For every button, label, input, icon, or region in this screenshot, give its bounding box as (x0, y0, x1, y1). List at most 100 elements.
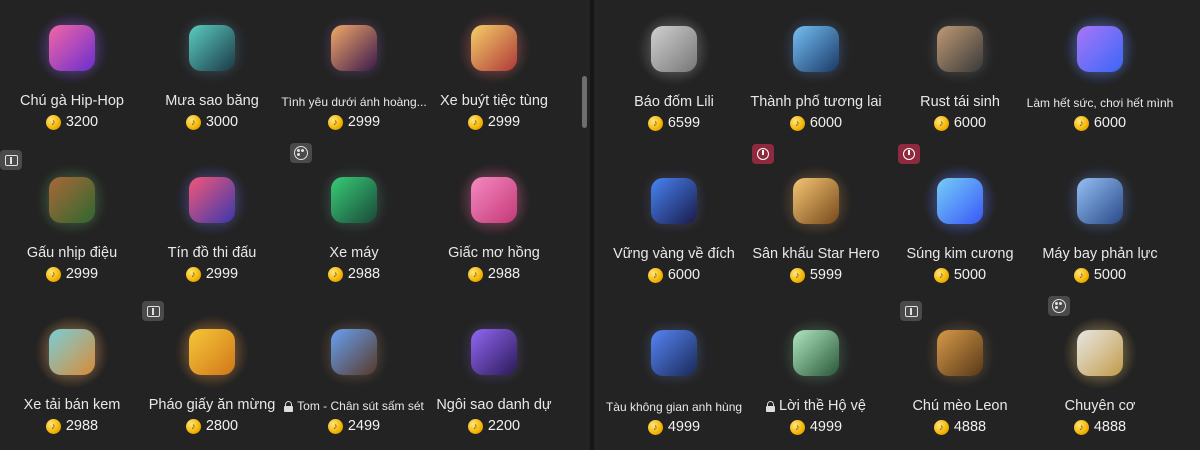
gift-price-value: 6000 (1093, 115, 1127, 131)
palette-badge (1048, 296, 1070, 316)
coin-icon: ♪ (789, 419, 805, 435)
gift-panel-left: Chú gà Hip-Hop ♪ 3200 Mưa sao băng ♪ 3000 Tình… (0, 0, 590, 450)
gift-price-value: 5000 (1093, 267, 1127, 283)
video-badge (900, 301, 922, 321)
gift-price-value: 2200 (487, 418, 521, 434)
gift-name-text: Báo đốm Lili (634, 94, 714, 110)
gift-image-core (651, 26, 697, 72)
coin-icon: ♪ (933, 267, 949, 283)
clock-badge (898, 144, 920, 164)
gift-image-core (651, 178, 697, 224)
gift-name-text: Mưa sao băng (165, 93, 259, 109)
gift-item[interactable]: Tình yêu dưới ánh hoàng... ♪ 2999 (280, 12, 428, 152)
gift-item[interactable]: Sân khấu Star Hero ♪ 5999 (742, 165, 890, 305)
gift-image-core (331, 25, 377, 71)
gift-panel-right: Báo đốm Lili ♪ 6599 Thành phố tương lai ♪ 600… (594, 0, 1200, 450)
gift-image (315, 164, 393, 236)
gift-image-core (189, 25, 235, 71)
gift-price: ♪ 6000 (742, 115, 890, 131)
gift-item[interactable]: Xe tải bán kem ♪ 2988 (0, 316, 146, 450)
gift-image (1061, 13, 1139, 85)
gift-image (1061, 317, 1139, 389)
gift-price: ♪ 2999 (420, 114, 568, 130)
gift-price-value: 2988 (487, 266, 521, 282)
coin-icon: ♪ (933, 419, 949, 435)
gift-item[interactable]: Xe buýt tiệc tùng ♪ 2999 (420, 12, 568, 152)
gift-name-text: Xe tải bán kem (23, 397, 121, 413)
gift-item[interactable]: Vững vàng về đích ♪ 6000 (600, 165, 748, 305)
video-icon (904, 305, 918, 317)
gift-image-core (793, 178, 839, 224)
gift-image-core (471, 25, 517, 71)
gift-item[interactable]: Máy bay phản lực ♪ 5000 (1026, 165, 1174, 305)
gift-price-value: 2988 (65, 418, 99, 434)
gift-name-text: Sân khấu Star Hero (752, 246, 880, 262)
gift-image (777, 317, 855, 389)
gift-price: ♪ 2988 (0, 418, 146, 434)
gift-price-value: 4888 (953, 419, 987, 435)
gift-price: ♪ 3200 (0, 114, 146, 130)
gift-image (921, 165, 999, 237)
gift-item[interactable]: Chú mèo Leon ♪ 4888 (886, 317, 1034, 450)
gift-item[interactable]: Tín đồ thi đấu ♪ 2999 (138, 164, 286, 304)
gift-price-value: 2999 (65, 266, 99, 282)
gift-image-core (1077, 178, 1123, 224)
gift-image-core (1077, 330, 1123, 376)
lock-icon (284, 401, 294, 412)
gift-item[interactable]: Lời thề Hộ vệ ♪ 4999 (742, 317, 890, 450)
gift-image (173, 164, 251, 236)
coin-icon: ♪ (327, 114, 343, 130)
gift-name-text: Xe máy (329, 245, 379, 261)
gift-price-value: 6000 (953, 115, 987, 131)
coin-icon: ♪ (45, 266, 61, 282)
gift-item[interactable]: Pháo giấy ăn mừng ♪ 2800 (138, 316, 286, 450)
gift-name: Xe buýt tiệc tùng (420, 93, 568, 109)
gift-item[interactable]: Thành phố tương lai ♪ 6000 (742, 13, 890, 153)
gift-price: ♪ 2999 (280, 114, 428, 130)
gift-item[interactable]: Tom - Chân sút sấm sét ♪ 2499 (280, 316, 428, 450)
gift-image-core (49, 329, 95, 375)
gift-item[interactable]: Giấc mơ hồng ♪ 2988 (420, 164, 568, 304)
gift-image (777, 13, 855, 85)
gift-image-core (651, 330, 697, 376)
gift-image-core (937, 330, 983, 376)
video-badge (142, 301, 164, 321)
palette-badge (290, 143, 312, 163)
gift-name-text: Thành phố tương lai (750, 94, 882, 110)
scrollbar[interactable] (582, 76, 587, 128)
gift-image (173, 316, 251, 388)
gift-item[interactable]: Làm hết sức, chơi hết mình ♪ 6000 (1026, 13, 1174, 153)
gift-price: ♪ 3000 (138, 114, 286, 130)
coin-icon: ♪ (185, 114, 201, 130)
gift-price-value: 3200 (65, 114, 99, 130)
gift-image (1061, 165, 1139, 237)
gift-item[interactable]: Mưa sao băng ♪ 3000 (138, 12, 286, 152)
gift-price: ♪ 4999 (742, 419, 890, 435)
gift-item[interactable]: Gấu nhịp điệu ♪ 2999 (0, 164, 146, 304)
gift-price-value: 2999 (347, 114, 381, 130)
gift-price-value: 4999 (667, 419, 701, 435)
gift-image (635, 317, 713, 389)
gift-item[interactable]: Chuyên cơ ♪ 4888 (1026, 317, 1174, 450)
gift-image (635, 165, 713, 237)
gift-item[interactable]: Tàu không gian anh hùng ♪ 4999 (600, 317, 748, 450)
coin-icon: ♪ (327, 266, 343, 282)
gift-item[interactable]: Chú gà Hip-Hop ♪ 3200 (0, 12, 146, 152)
gift-image (315, 316, 393, 388)
coin-icon: ♪ (467, 266, 483, 282)
gift-name-text: Pháo giấy ăn mừng (148, 397, 276, 413)
gift-price-value: 5000 (953, 267, 987, 283)
gift-price: ♪ 4888 (886, 419, 1034, 435)
gift-image-core (189, 329, 235, 375)
gift-name: Tom - Chân sút sấm sét (280, 399, 428, 413)
gift-name-text: Xe buýt tiệc tùng (439, 93, 548, 109)
gift-item[interactable]: Ngôi sao danh dự ♪ 2200 (420, 316, 568, 450)
gift-item[interactable]: Xe máy ♪ 2988 (280, 164, 428, 304)
gift-item[interactable]: Súng kim cương ♪ 5000 (886, 165, 1034, 305)
gift-image (921, 317, 999, 389)
coin-icon: ♪ (789, 267, 805, 283)
gift-image-core (471, 329, 517, 375)
gift-item[interactable]: Rust tái sinh ♪ 6000 (886, 13, 1034, 153)
gift-item[interactable]: Báo đốm Lili ♪ 6599 (600, 13, 748, 153)
gift-image-core (49, 25, 95, 71)
